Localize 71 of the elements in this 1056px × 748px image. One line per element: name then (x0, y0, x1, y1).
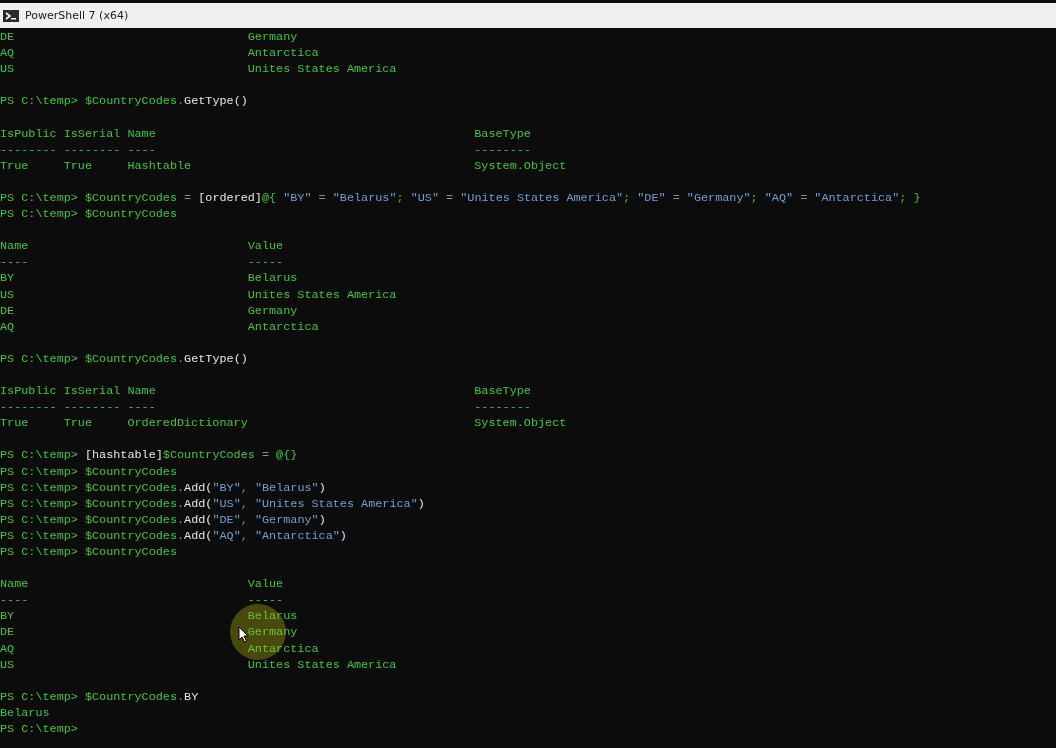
table-cell: -------- (474, 141, 531, 158)
table-cell: ---- (0, 254, 29, 271)
table-cell: Germany (247, 302, 298, 319)
table-cell: Value (247, 576, 284, 593)
command-line: PS C:\temp> $CountryCodes.Add("AQ", "Antarctica") (0, 527, 347, 544)
command-line: PS C:\temp> $CountryCodes (0, 463, 177, 480)
command-line: PS C:\temp> $CountryCodes.Add("US", "Unites States America") (0, 495, 425, 512)
command-line: PS C:\temp> $CountryCodes (0, 206, 177, 223)
table-cell: Name (127, 383, 156, 400)
table-cell: US (0, 656, 15, 673)
table-cell: True (0, 157, 29, 174)
table-cell: US (0, 286, 15, 303)
table-cell: IsSerial (63, 383, 121, 400)
table-cell: Antarctica (247, 45, 319, 62)
table-cell: Antarctica (247, 318, 319, 335)
output-text: Belarus (0, 704, 50, 722)
table-cell: Name (0, 576, 29, 593)
table-cell: Name (0, 238, 29, 255)
table-cell: -------- (63, 399, 121, 416)
table-cell: ----- (247, 592, 284, 609)
table-cell: IsPublic (0, 125, 57, 142)
command-line: PS C:\temp> $CountryCodes.GetType() (0, 350, 248, 367)
table-cell: -------- (63, 141, 121, 158)
table-cell: US (0, 61, 15, 78)
table-cell: BY (0, 608, 15, 625)
table-cell: BaseType (474, 383, 531, 400)
table-cell: -------- (0, 141, 57, 158)
table-cell: True (63, 157, 93, 174)
command-line: PS C:\temp> (0, 721, 79, 738)
table-cell: System.Object (474, 415, 567, 432)
table-cell: ---- (127, 141, 156, 158)
table-cell: ---- (127, 399, 156, 416)
pointer-icon (238, 626, 249, 643)
table-cell: AQ (0, 640, 15, 657)
table-cell: DE (0, 624, 15, 641)
terminal-icon (3, 9, 19, 22)
table-cell: IsSerial (63, 125, 121, 142)
command-line: PS C:\temp> $CountryCodes.BY (0, 688, 199, 705)
table-cell: ----- (247, 254, 284, 271)
table-cell: Belarus (247, 270, 298, 287)
table-cell: AQ (0, 318, 15, 335)
command-line: PS C:\temp> $CountryCodes.GetType() (0, 93, 248, 110)
command-line: PS C:\temp> $CountryCodes = [ordered]@{ "BY" = "Belarus"; "US" = "Unites States America"; "DE" = "Germany"; "AQ" = "Antarctica"; } (0, 189, 921, 207)
table-cell: True (63, 415, 93, 432)
table-cell: True (0, 415, 29, 432)
table-cell: Hashtable (127, 157, 192, 174)
command-line: PS C:\temp> $CountryCodes.Add("DE", "Germany") (0, 511, 326, 528)
table-cell: IsPublic (0, 383, 57, 400)
table-cell: DE (0, 302, 15, 319)
table-cell: Germany (247, 29, 298, 46)
table-cell: Unites States America (247, 61, 397, 78)
table-cell: Name (127, 125, 156, 142)
table-cell: DE (0, 29, 15, 46)
table-cell: ---- (0, 592, 29, 609)
command-line: PS C:\temp> [hashtable]$CountryCodes = @{} (0, 447, 298, 464)
table-cell: AQ (0, 45, 15, 62)
table-cell: System.Object (474, 157, 567, 174)
command-line: PS C:\temp> $CountryCodes (0, 544, 177, 561)
table-cell: -------- (0, 399, 57, 416)
table-cell: BY (0, 270, 15, 287)
command-line: PS C:\temp> $CountryCodes.Add("BY", "Belarus") (0, 479, 326, 496)
table-cell: -------- (474, 399, 531, 416)
table-cell: Antarctica (247, 640, 319, 657)
table-cell: OrderedDictionary (127, 415, 248, 432)
table-cell: Germany (247, 624, 298, 641)
table-cell: Belarus (247, 608, 298, 625)
table-cell: BaseType (474, 125, 531, 142)
table-cell: Unites States America (247, 286, 397, 303)
table-cell: Value (247, 238, 284, 255)
table-cell: Unites States America (247, 656, 397, 673)
window-title: PowerShell 7 (x64) (25, 9, 129, 22)
